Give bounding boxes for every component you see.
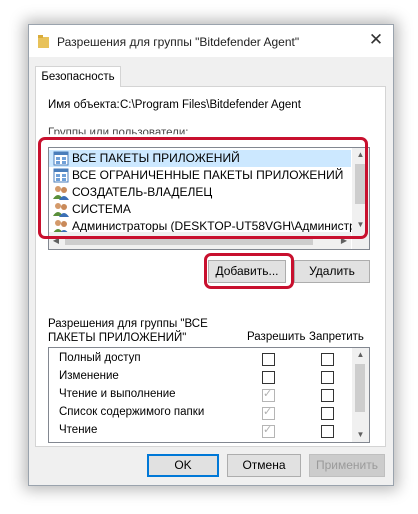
add-button[interactable]: Добавить... (208, 260, 286, 283)
permission-name: Чтение (59, 424, 98, 436)
deny-checkbox[interactable] (321, 353, 334, 366)
deny-checkbox[interactable] (321, 425, 334, 438)
allow-checkbox[interactable] (262, 371, 275, 384)
groups-horizontal-scrollbar[interactable]: ◀ ▶ (49, 232, 351, 249)
permissions-list: Полный доступ Изменение Чтение и выполне… (48, 347, 370, 443)
permission-name: Список содержимого папки (59, 406, 205, 418)
permission-name: Изменение (59, 370, 119, 382)
users-icon (53, 203, 69, 217)
groups-label: Группы или пользователи: (48, 127, 189, 139)
list-item[interactable]: ВСЕ ОГРАНИЧЕННЫЕ ПАКЕТЫ ПРИЛОЖЕНИЙ (49, 167, 351, 184)
permissions-dialog: Разрешения для группы "Bitdefender Agent… (28, 24, 394, 486)
scroll-down-icon[interactable]: ▼ (352, 218, 369, 232)
object-name-label: Имя объекта: (48, 99, 120, 111)
groups-vertical-scrollbar[interactable]: ▲ ▼ (352, 148, 369, 232)
list-item[interactable]: ВСЕ ПАКЕТЫ ПРИЛОЖЕНИЙ (49, 150, 351, 167)
scroll-thumb[interactable] (65, 236, 313, 245)
apply-button[interactable]: Применить (309, 454, 385, 477)
list-item[interactable]: СИСТЕМА (49, 201, 351, 218)
allow-checkbox[interactable]: ✓ (262, 388, 275, 402)
permissions-scrollbar[interactable]: ▲ ▼ (352, 348, 369, 442)
close-icon: ✕ (368, 30, 384, 49)
close-button[interactable]: ✕ (359, 25, 393, 57)
list-item-label: ВСЕ ОГРАНИЧЕННЫЕ ПАКЕТЫ ПРИЛОЖЕНИЙ (72, 168, 344, 182)
deny-checkbox[interactable] (321, 389, 334, 402)
permission-row: Список содержимого папки ✓ (49, 404, 351, 422)
deny-column-header: Запретить (309, 331, 364, 343)
checkmark-icon: ✓ (263, 424, 273, 436)
permissions-header: Разрешения для группы "ВСЕ ПАКЕТЫ ПРИЛОЖ… (48, 318, 208, 344)
deny-checkbox[interactable] (321, 407, 334, 420)
list-item-label: СОЗДАТЕЛЬ-ВЛАДЕЛЕЦ (72, 185, 213, 199)
app-package-icon (53, 151, 69, 166)
permission-row: Чтение ✓ (49, 422, 351, 440)
allow-column-header: Разрешить (247, 331, 306, 343)
deny-checkbox[interactable] (321, 371, 334, 384)
object-name-value: C:\Program Files\Bitdefender Agent (120, 99, 301, 111)
cancel-button[interactable]: Отмена (227, 454, 301, 477)
scroll-thumb[interactable] (355, 364, 365, 412)
title-bar[interactable]: Разрешения для группы "Bitdefender Agent… (29, 25, 393, 57)
list-item[interactable]: СОЗДАТЕЛЬ-ВЛАДЕЛЕЦ (49, 184, 351, 201)
groups-list[interactable]: ВСЕ ПАКЕТЫ ПРИЛОЖЕНИЙ ВСЕ ОГРАНИЧЕННЫЕ П… (48, 147, 370, 250)
scroll-right-icon[interactable]: ▶ (337, 232, 351, 249)
tab-security[interactable]: Безопасность (35, 66, 121, 87)
security-panel: Имя объекта: C:\Program Files\Bitdefende… (35, 86, 386, 447)
permission-row: Полный доступ (49, 350, 351, 368)
permission-row: Чтение и выполнение ✓ (49, 386, 351, 404)
checkmark-icon: ✓ (263, 406, 273, 418)
users-icon (53, 186, 69, 200)
allow-checkbox[interactable]: ✓ (262, 424, 275, 438)
permission-row: Изменение (49, 368, 351, 386)
permission-name: Полный доступ (59, 352, 141, 364)
scroll-down-icon[interactable]: ▼ (352, 428, 369, 442)
allow-checkbox[interactable] (262, 353, 275, 366)
ok-button[interactable]: OK (147, 454, 219, 477)
window-title: Разрешения для группы "Bitdefender Agent… (57, 35, 300, 49)
allow-checkbox[interactable]: ✓ (262, 406, 275, 420)
scroll-up-icon[interactable]: ▲ (352, 148, 369, 162)
remove-button[interactable]: Удалить (294, 260, 370, 283)
checkmark-icon: ✓ (263, 388, 273, 400)
scroll-thumb[interactable] (355, 164, 365, 204)
scrollbar-corner (352, 232, 369, 249)
permission-name: Чтение и выполнение (59, 388, 176, 400)
app-package-icon (53, 168, 69, 183)
list-item-label: СИСТЕМА (72, 202, 131, 216)
folder-icon (38, 35, 49, 48)
list-item-label: ВСЕ ПАКЕТЫ ПРИЛОЖЕНИЙ (72, 151, 240, 165)
scroll-left-icon[interactable]: ◀ (49, 232, 63, 249)
scroll-up-icon[interactable]: ▲ (352, 348, 369, 362)
